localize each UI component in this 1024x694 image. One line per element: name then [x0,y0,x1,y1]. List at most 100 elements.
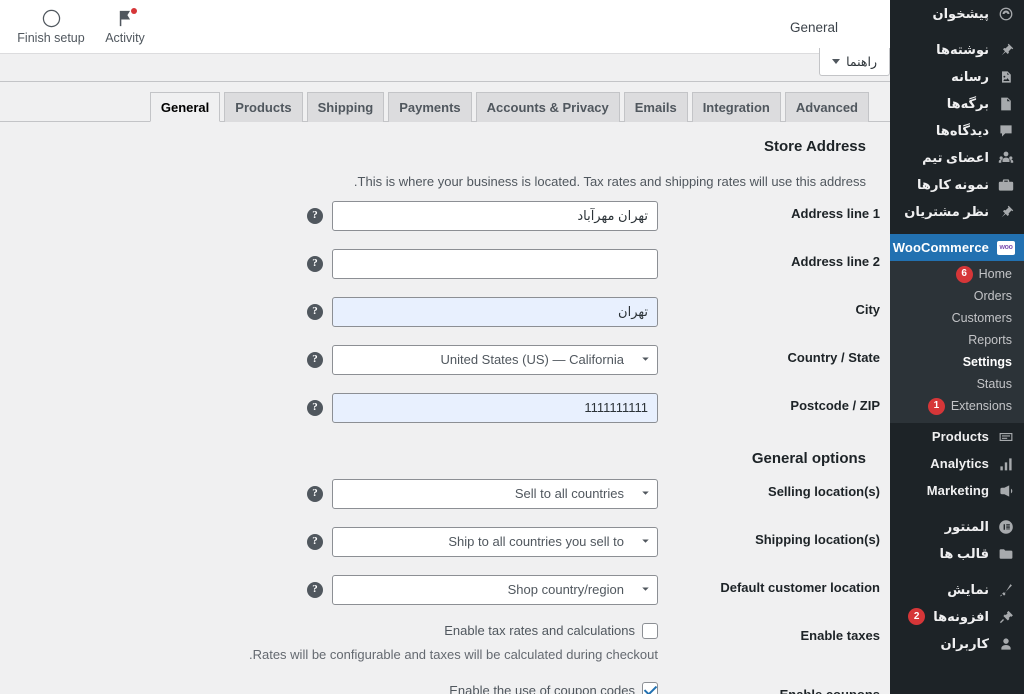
sidebar-item-[interactable]: نمایش [890,576,1024,603]
input-address-line-1[interactable] [332,200,658,231]
page-title: General [789,19,838,35]
tab-emails[interactable]: Emails [623,92,688,122]
help-tab-button[interactable]: راهنما [819,48,890,76]
field-label-city: City [855,301,880,317]
sidebar-item-[interactable]: افزونه‌ها 2 [890,603,1024,630]
woo-icon: woo [997,239,1015,257]
sidebar-item-label: برگه‌ها [946,95,989,111]
sidebar-item-products[interactable]: Products [890,423,1024,450]
submenu-item-orders[interactable]: Orders [890,285,1024,307]
form-row: Enable coupons Enable the use of coupon c… [0,673,890,694]
checkbox-label[interactable]: Enable tax rates and calculations [444,623,635,638]
store-address-table: Address line 1?Address line 2?City?Count… [0,192,890,432]
checkbox-enable-coupons[interactable] [642,682,658,694]
tab-products[interactable]: Products [224,92,303,122]
field-label-selling-location-s: Selling location(s) [768,483,880,499]
sidebar-separator [890,504,1024,513]
input-city[interactable] [332,296,658,327]
sidebar-item-label: Products [931,429,989,444]
field-control-group: ? [0,296,658,327]
submenu-badge: 1 [927,397,945,415]
products-icon [997,428,1015,446]
help-icon[interactable]: ? [307,399,323,416]
appearance-icon [997,581,1015,599]
media-icon [997,68,1015,86]
select-selling-location-s[interactable]: Sell to all countries [332,478,658,509]
field-cell: ? [0,384,668,432]
chevron-down-icon [633,487,657,500]
sidebar-item-[interactable]: دیدگاه‌ها [890,117,1024,144]
input-address-line-2[interactable] [332,248,658,279]
help-icon[interactable]: ? [307,255,323,272]
input-postcode-zip[interactable] [332,392,658,423]
field-cell: ? [0,240,668,288]
activity-item-activity[interactable]: Activity [88,0,162,54]
help-icon[interactable]: ? [307,533,323,550]
activity-item-label: Activity [105,30,145,45]
sidebar-badge: 2 [908,608,926,625]
sidebar-separator [890,225,1024,234]
sidebar-item-[interactable]: نظر مشتریان [890,198,1024,225]
store-address-description: This is where your business is located. … [353,174,866,189]
sidebar-item-[interactable]: رسانه [890,63,1024,90]
sidebar-item-[interactable]: اعضای تیم [890,144,1024,171]
sidebar-item-[interactable]: المنتور [890,513,1024,540]
comments-icon [997,122,1015,140]
sidebar-item-label: رسانه [951,68,989,84]
tab-general[interactable]: General [149,92,221,122]
tab-shipping[interactable]: Shipping [306,92,385,122]
sidebar-item-[interactable]: نوشته‌ها [890,36,1024,63]
sidebar-item-[interactable]: کاربران [890,630,1024,657]
help-icon[interactable]: ? [307,303,323,320]
submenu-item-extensions[interactable]: 1 Extensions [890,395,1024,417]
chevron-down-icon [832,59,841,64]
help-icon[interactable]: ? [307,581,323,598]
submenu-item-customers[interactable]: Customers [890,307,1024,329]
sidebar-item-woocommerce[interactable]: woo WooCommerce [890,234,1024,261]
submenu-item-home[interactable]: 6 Home [890,263,1024,285]
tab-accounts-privacy[interactable]: Accounts & Privacy [475,92,620,122]
field-control-group: Sell to all countries? [0,478,658,509]
settings-form: Store Address This is where your busines… [0,122,890,694]
tab-payments[interactable]: Payments [388,92,472,122]
sidebar-separator [890,27,1024,36]
submenu-item-label: Settings [962,355,1012,369]
help-icon[interactable]: ? [307,207,323,224]
team-icon [997,149,1015,167]
submenu-item-settings[interactable]: Settings [890,351,1024,373]
checkbox-enable-taxes[interactable] [642,622,658,639]
help-icon[interactable]: ? [307,485,323,502]
sidebar-item-label: نظر مشتریان [904,203,989,219]
select-country-state[interactable]: United States (US) — California [332,344,658,375]
sidebar-item-analytics[interactable]: Analytics [890,450,1024,477]
help-icon[interactable]: ? [307,351,323,368]
sidebar-item-[interactable]: پیشخوان [890,0,1024,27]
sidebar-item-label: کاربران [940,635,989,651]
field-cell: Enable tax rates and calculations Rates w… [0,614,668,674]
sidebar-item-marketing[interactable]: Marketing [890,477,1024,504]
select-default-customer-location[interactable]: Shop country/region [332,574,658,605]
field-cell: Shop country/region? [0,566,668,614]
sidebar-item-[interactable]: برگه‌ها [890,90,1024,117]
submenu-item-label: Reports [968,333,1012,347]
activity-item-label: Finish setup [17,30,85,45]
general-options-heading: General options [751,449,866,467]
sidebar-item-label: WooCommerce [892,240,989,255]
sidebar-item-label: نمایش [947,581,989,597]
tab-advanced[interactable]: Advanced [784,92,869,122]
form-row: Address line 2? [0,240,890,288]
submenu-item-status[interactable]: Status [890,373,1024,395]
field-label-country-state: Country / State [787,349,880,365]
sidebar-item-[interactable]: قالب ها [890,540,1024,567]
select-shipping-location-s[interactable]: Ship to all countries you sell to [332,526,658,557]
submenu-item-reports[interactable]: Reports [890,329,1024,351]
tab-integration[interactable]: Integration [691,92,781,122]
field-label-address-line-1: Address line 1 [791,205,880,221]
sidebar-item-label: Analytics [930,456,989,471]
activity-item-finish-setup[interactable]: Finish setup [14,0,88,54]
sidebar-item-label: پیشخوان [932,5,989,21]
submenu-item-label: Orders [973,289,1012,303]
chevron-down-icon [633,583,657,596]
sidebar-item-[interactable]: نمونه کارها [890,171,1024,198]
checkbox-label[interactable]: Enable the use of coupon codes [449,683,635,694]
